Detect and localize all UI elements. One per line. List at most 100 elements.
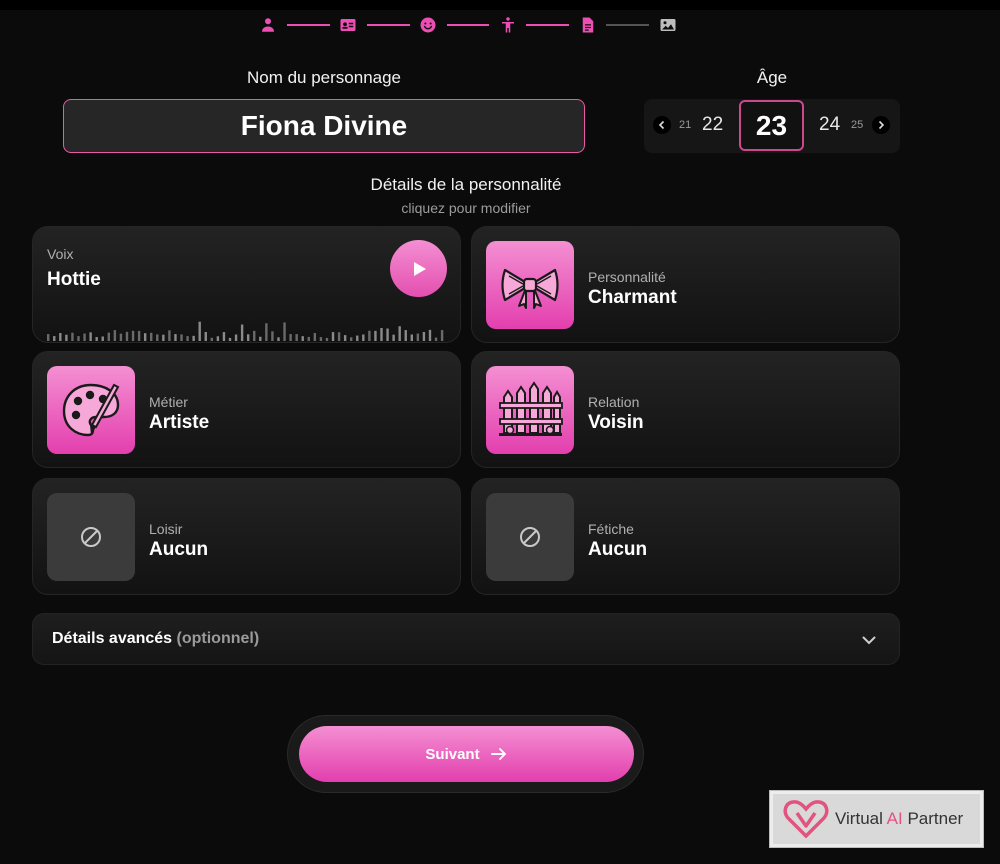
waveform-bar <box>368 330 371 341</box>
waveform-bar <box>137 330 141 341</box>
top-bar <box>0 0 1000 10</box>
waveform-bar <box>416 333 420 341</box>
age-selected[interactable]: 23 <box>739 100 804 151</box>
waveform-bar <box>246 334 250 341</box>
age-next-button[interactable] <box>872 116 890 134</box>
age-option[interactable]: 25 <box>851 119 863 131</box>
waveform-bar <box>271 331 274 341</box>
voice-card[interactable]: Voix Hottie <box>32 226 461 343</box>
waveform-bar <box>125 331 129 341</box>
waveform-bar <box>428 329 432 341</box>
chevron-right-icon <box>878 120 885 130</box>
waveform-bar <box>283 322 286 341</box>
chevron-left-icon <box>658 120 665 130</box>
waveform-bar <box>186 336 189 341</box>
waveform-bar <box>440 330 444 341</box>
advanced-details-toggle[interactable]: Détails avancés (optionnel) <box>32 613 900 665</box>
chevron-down-icon <box>862 636 876 645</box>
job-thumb <box>47 366 135 454</box>
none-icon <box>520 527 540 547</box>
age-picker[interactable]: 21 22 23 24 25 <box>644 99 900 153</box>
waveform-bar <box>71 332 74 341</box>
waveform-bar <box>150 332 153 341</box>
none-icon <box>81 527 101 547</box>
age-label: Âge <box>756 68 788 87</box>
waveform-bar <box>422 331 426 341</box>
waveform-bar <box>59 333 62 341</box>
relation-card[interactable]: Relation Voisin <box>471 351 900 468</box>
fetish-thumb <box>486 493 574 581</box>
palette-icon <box>62 383 120 437</box>
waveform-bar <box>131 330 135 341</box>
advanced-details-optional: (optionnel) <box>176 630 260 647</box>
body-icon[interactable] <box>497 14 518 36</box>
hobby-card[interactable]: Loisir Aucun <box>32 478 461 595</box>
waveform-bar <box>192 335 195 341</box>
waveform-bar <box>277 337 280 341</box>
waveform-bar <box>156 334 159 341</box>
next-button[interactable]: Suivant <box>299 726 634 782</box>
relation-thumb <box>486 366 574 454</box>
age-option[interactable]: 22 <box>702 114 723 136</box>
age-option[interactable]: 21 <box>679 119 691 131</box>
hobby-thumb <box>47 493 135 581</box>
waveform-bar <box>331 332 335 341</box>
relation-value: Voisin <box>588 412 644 433</box>
id-card-icon[interactable] <box>338 14 359 36</box>
waveform-bar <box>222 332 226 341</box>
user-icon[interactable] <box>258 14 279 36</box>
personality-value: Charmant <box>588 287 677 308</box>
waveform-bar <box>180 334 183 341</box>
waveform-bar <box>289 334 292 341</box>
fetish-value: Aucun <box>588 539 648 560</box>
smiley-icon[interactable] <box>418 14 439 36</box>
image-icon[interactable] <box>657 14 678 36</box>
waveform-bar <box>101 336 104 341</box>
waveform-bar <box>216 336 220 341</box>
waveform-bar <box>47 334 50 341</box>
heart-logo <box>783 800 829 839</box>
waveform-bar <box>65 334 68 341</box>
name-label: Nom du personnage <box>246 68 402 87</box>
waveform-bar <box>143 333 147 341</box>
waveform-bar <box>295 334 298 341</box>
waveform-bar <box>228 337 232 341</box>
waveform-bar <box>240 324 244 341</box>
fence-icon <box>499 381 563 436</box>
next-button-label: Suivant <box>425 745 480 763</box>
watermark-badge: Virtual AI Partner <box>770 791 983 847</box>
waveform-bar <box>343 335 347 341</box>
waveform-bar <box>356 335 359 341</box>
step-connector <box>286 24 330 26</box>
waveform-bar <box>77 336 80 341</box>
job-value: Artiste <box>149 412 210 433</box>
personality-card[interactable]: Personnalité Charmant <box>471 226 900 343</box>
fetish-category: Fétiche <box>588 521 634 537</box>
age-option[interactable]: 24 <box>819 114 840 136</box>
age-prev-button[interactable] <box>653 116 671 134</box>
document-icon[interactable] <box>577 14 598 36</box>
bow-icon <box>501 268 559 309</box>
next-button-container: Suivant <box>287 715 644 793</box>
waveform-bar <box>265 323 268 341</box>
character-name-input[interactable]: Fiona Divine <box>63 99 585 153</box>
fetish-card[interactable]: Fétiche Aucun <box>471 478 900 595</box>
hobby-value: Aucun <box>149 539 209 560</box>
waveform-bar <box>313 333 317 341</box>
job-card[interactable]: Métier Artiste <box>32 351 461 468</box>
waveform-bar <box>325 337 329 341</box>
waveform-bar <box>374 330 377 341</box>
waveform-bar <box>410 334 413 341</box>
waveform-bar <box>234 334 238 341</box>
relation-category: Relation <box>588 394 640 410</box>
step-connector <box>526 24 570 26</box>
play-voice-button[interactable] <box>390 240 447 297</box>
advanced-details-label: Détails avancés (optionnel) <box>52 630 259 648</box>
waveform-bar <box>113 330 117 341</box>
waveform-bar <box>253 330 256 341</box>
waveform-bar <box>434 337 438 341</box>
waveform-bar <box>107 332 110 341</box>
waveform-bar <box>301 336 304 341</box>
waveform-bar <box>392 334 395 341</box>
waveform-bar <box>362 334 365 341</box>
